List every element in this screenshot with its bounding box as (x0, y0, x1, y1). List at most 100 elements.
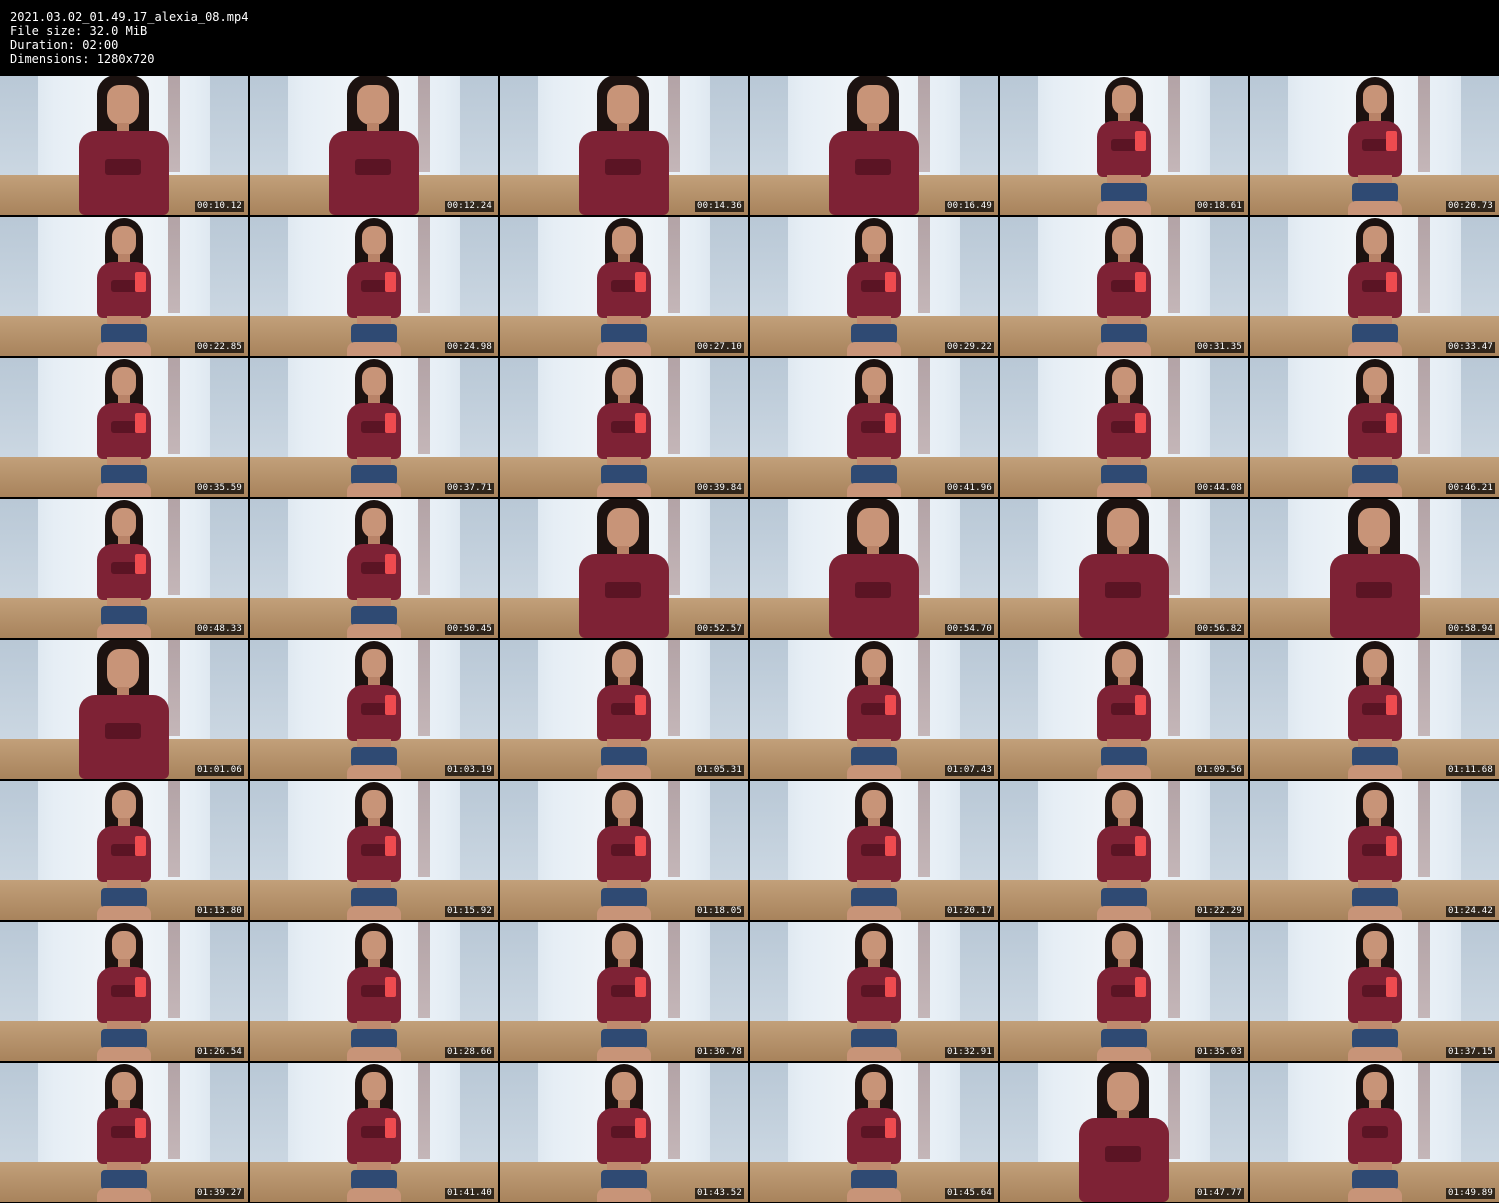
shorts-shape (601, 465, 647, 485)
face-shape (1107, 1072, 1139, 1112)
door-shape (918, 922, 930, 1018)
video-thumbnail[interactable]: 01:13.80 (0, 781, 248, 920)
video-thumbnail[interactable]: 01:01.06 (0, 640, 248, 779)
phone-icon (635, 836, 646, 856)
video-thumbnail[interactable]: 00:48.33 (0, 499, 248, 638)
thumbnail-timestamp: 01:09.56 (1195, 765, 1244, 776)
shorts-shape (851, 465, 897, 485)
print-shape (605, 582, 641, 598)
video-thumbnail[interactable]: 01:41.40 (250, 1063, 498, 1202)
print-shape (361, 703, 387, 715)
person-figure (829, 358, 919, 497)
video-thumbnail[interactable]: 00:50.45 (250, 499, 498, 638)
video-thumbnail[interactable]: 01:45.64 (750, 1063, 998, 1202)
video-thumbnail[interactable]: 01:11.68 (1250, 640, 1499, 779)
video-thumbnail[interactable]: 01:30.78 (500, 922, 748, 1061)
video-thumbnail[interactable]: 00:20.73 (1250, 76, 1499, 215)
video-thumbnail[interactable]: 00:44.08 (1000, 358, 1248, 497)
video-thumbnail[interactable]: 01:05.31 (500, 640, 748, 779)
video-thumbnail[interactable]: 00:52.57 (500, 499, 748, 638)
video-thumbnail[interactable]: 00:41.96 (750, 358, 998, 497)
legs-shape (597, 906, 651, 920)
video-thumbnail[interactable]: 00:24.98 (250, 217, 498, 356)
video-thumbnail[interactable]: 01:24.42 (1250, 781, 1499, 920)
wall-right-shape (460, 1063, 498, 1163)
door-shape (1418, 76, 1430, 172)
video-thumbnail[interactable]: 00:22.85 (0, 217, 248, 356)
wall-left-shape (500, 217, 538, 317)
print-shape (105, 723, 141, 739)
thumbnail-timestamp: 01:24.42 (1446, 906, 1495, 917)
phone-icon (135, 1118, 146, 1138)
thumbnail-timestamp: 00:58.94 (1446, 624, 1495, 635)
wall-left-shape (1000, 76, 1038, 176)
video-thumbnail[interactable]: 00:14.36 (500, 76, 748, 215)
face-shape (1112, 226, 1136, 256)
face-shape (857, 85, 889, 125)
wall-left-shape (750, 217, 788, 317)
person-figure (1079, 358, 1169, 497)
video-thumbnail[interactable]: 01:28.66 (250, 922, 498, 1061)
wall-right-shape (460, 358, 498, 458)
video-thumbnail[interactable]: 00:10.12 (0, 76, 248, 215)
person-figure (579, 922, 669, 1061)
person-figure (579, 217, 669, 356)
wall-left-shape (1250, 781, 1288, 881)
video-thumbnail[interactable]: 00:56.82 (1000, 499, 1248, 638)
wall-left-shape (0, 922, 38, 1022)
phone-icon (885, 695, 896, 715)
door-shape (918, 781, 930, 877)
video-thumbnail[interactable]: 01:49.89 (1250, 1063, 1499, 1202)
video-thumbnail[interactable]: 00:54.70 (750, 499, 998, 638)
video-thumbnail[interactable]: 00:39.84 (500, 358, 748, 497)
video-thumbnail[interactable]: 00:16.49 (750, 76, 998, 215)
thumbnail-timestamp: 00:41.96 (945, 483, 994, 494)
wall-left-shape (1250, 640, 1288, 740)
wall-right-shape (1461, 781, 1499, 881)
video-thumbnail[interactable]: 01:09.56 (1000, 640, 1248, 779)
video-thumbnail[interactable]: 00:33.47 (1250, 217, 1499, 356)
door-shape (168, 217, 180, 313)
video-thumbnail[interactable]: 00:31.35 (1000, 217, 1248, 356)
video-thumbnail[interactable]: 00:46.21 (1250, 358, 1499, 497)
face-shape (1357, 508, 1390, 548)
wall-right-shape (1461, 1063, 1499, 1163)
wall-right-shape (710, 76, 748, 176)
legs-shape (97, 624, 151, 638)
video-thumbnail[interactable]: 00:12.24 (250, 76, 498, 215)
door-shape (1168, 217, 1180, 313)
video-thumbnail[interactable]: 01:47.77 (1000, 1063, 1248, 1202)
door-shape (1418, 781, 1430, 877)
person-figure (579, 640, 669, 779)
print-shape (111, 985, 137, 997)
video-thumbnail[interactable]: 01:39.27 (0, 1063, 248, 1202)
video-thumbnail[interactable]: 00:29.22 (750, 217, 998, 356)
video-thumbnail[interactable]: 01:35.03 (1000, 922, 1248, 1061)
wall-right-shape (710, 358, 748, 458)
door-shape (918, 358, 930, 454)
video-thumbnail[interactable]: 00:35.59 (0, 358, 248, 497)
print-shape (611, 703, 637, 715)
door-shape (1168, 781, 1180, 877)
video-thumbnail[interactable]: 00:58.94 (1250, 499, 1499, 638)
shorts-shape (1101, 324, 1147, 344)
video-thumbnail[interactable]: 01:22.29 (1000, 781, 1248, 920)
phone-icon (1385, 836, 1397, 856)
thumbnail-timestamp: 01:30.78 (695, 1047, 744, 1058)
video-thumbnail[interactable]: 01:43.52 (500, 1063, 748, 1202)
print-shape (361, 421, 387, 433)
video-thumbnail[interactable]: 01:18.05 (500, 781, 748, 920)
video-thumbnail[interactable]: 01:26.54 (0, 922, 248, 1061)
shorts-shape (101, 1029, 147, 1049)
video-thumbnail[interactable]: 00:37.71 (250, 358, 498, 497)
video-thumbnail[interactable]: 01:32.91 (750, 922, 998, 1061)
video-thumbnail[interactable]: 01:20.17 (750, 781, 998, 920)
video-thumbnail[interactable]: 01:37.15 (1250, 922, 1499, 1061)
video-thumbnail[interactable]: 00:27.10 (500, 217, 748, 356)
legs-shape (347, 624, 401, 638)
phone-icon (885, 272, 896, 292)
video-thumbnail[interactable]: 01:07.43 (750, 640, 998, 779)
video-thumbnail[interactable]: 01:03.19 (250, 640, 498, 779)
video-thumbnail[interactable]: 01:15.92 (250, 781, 498, 920)
video-thumbnail[interactable]: 00:18.61 (1000, 76, 1248, 215)
